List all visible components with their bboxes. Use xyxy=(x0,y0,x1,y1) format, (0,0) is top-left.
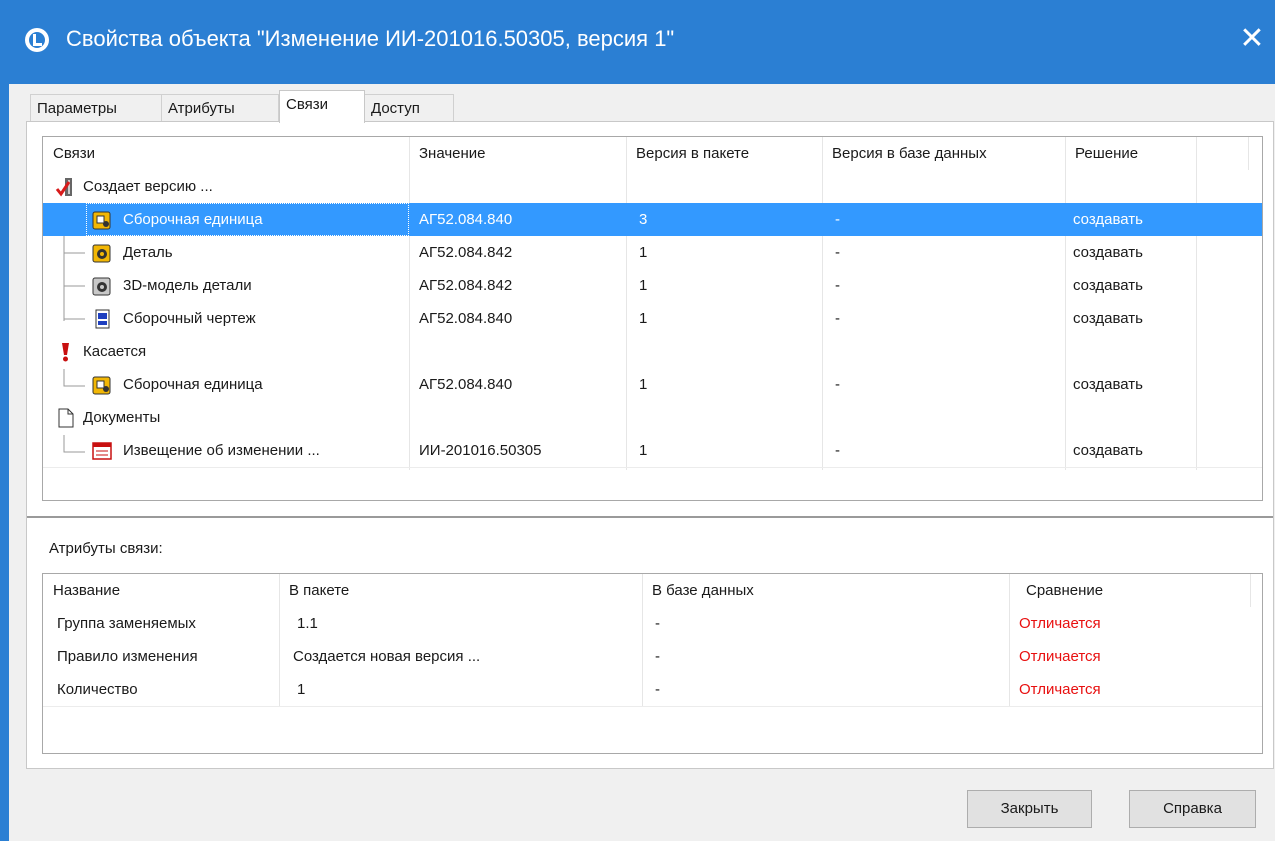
column-header-package-version[interactable]: Версия в пакете xyxy=(636,137,816,170)
tree-item-label: Сборочная единица xyxy=(123,211,263,228)
close-window-button[interactable]: ✕ xyxy=(1237,24,1267,54)
db-version-cell: - xyxy=(835,277,840,294)
decision-cell[interactable]: создавать xyxy=(1073,368,1193,401)
decision-cell[interactable]: создавать xyxy=(1073,269,1193,302)
3d-model-icon xyxy=(92,277,111,296)
package-version-cell: 1 xyxy=(639,277,648,294)
package-version-cell: 1 xyxy=(639,376,648,393)
column-header-decision[interactable]: Решение xyxy=(1075,137,1195,170)
link-attributes-grid[interactable]: Название В пакете В базе данных Сравнени… xyxy=(42,573,1263,754)
attribute-database-cell: - xyxy=(655,681,660,698)
table-row[interactable]: Извещение об изменении ... ИИ-201016.503… xyxy=(43,434,1262,467)
column-divider xyxy=(1250,574,1251,607)
drawing-icon xyxy=(95,309,110,329)
attributes-grid-header: Название В пакете В базе данных Сравнени… xyxy=(43,574,1262,607)
tab-attributes[interactable]: Атрибуты xyxy=(161,94,279,122)
row-divider xyxy=(43,467,1262,468)
help-button[interactable]: Справка xyxy=(1129,790,1256,828)
app-logo-icon xyxy=(25,28,49,52)
decision-cell[interactable]: создавать xyxy=(1073,434,1193,467)
table-row[interactable]: Группа заменяемых 1.1 - Отличается xyxy=(43,607,1262,640)
table-row[interactable]: Количество 1 - Отличается xyxy=(43,673,1262,706)
value-cell: АГ52.084.840 xyxy=(419,376,513,393)
comparison-status-cell: Отличается xyxy=(1019,615,1101,632)
tree-item-label: Сборочная единица xyxy=(123,376,263,393)
db-version-cell: - xyxy=(835,310,840,327)
column-header-name[interactable]: Название xyxy=(53,574,273,607)
attribute-package-cell: Создается новая версия ... xyxy=(293,648,481,665)
attribute-name-cell: Группа заменяемых xyxy=(57,615,196,632)
close-button[interactable]: Закрыть xyxy=(967,790,1092,828)
decision-cell[interactable]: создавать xyxy=(1073,203,1193,236)
tree-item-label: Документы xyxy=(83,409,161,426)
assembly-icon xyxy=(92,211,111,230)
column-header-links[interactable]: Связи xyxy=(53,137,393,170)
comparison-status-cell: Отличается xyxy=(1019,681,1101,698)
links-grid[interactable]: Связи Значение Версия в пакете Версия в … xyxy=(42,136,1263,501)
attribute-database-cell: - xyxy=(655,648,660,665)
comparison-status-cell: Отличается xyxy=(1019,648,1101,665)
decision-cell[interactable]: создавать xyxy=(1073,302,1193,335)
attribute-package-cell: 1.1 xyxy=(297,615,318,632)
package-version-cell: 1 xyxy=(639,244,648,261)
db-version-cell: - xyxy=(835,376,840,393)
window-title: Свойства объекта "Изменение ИИ-201016.50… xyxy=(66,26,675,51)
attribute-database-cell: - xyxy=(655,615,660,632)
tree-item-label: Касается xyxy=(83,343,147,360)
tab-links[interactable]: Связи xyxy=(279,90,365,123)
title-bar: Свойства объекта "Изменение ИИ-201016.50… xyxy=(0,0,1275,84)
tab-parameters[interactable]: Параметры xyxy=(30,94,162,122)
tree-group-row[interactable]: Создает версию ... xyxy=(43,170,1262,203)
links-tab-panel: Связи Значение Версия в пакете Версия в … xyxy=(26,121,1274,769)
package-version-cell: 3 xyxy=(639,211,648,228)
column-header-comparison[interactable]: Сравнение xyxy=(1026,574,1226,607)
value-cell: АГ52.084.840 xyxy=(419,310,513,327)
tree-item-label: Извещение об изменении ... xyxy=(123,442,320,459)
link-attributes-caption: Атрибуты связи: xyxy=(49,540,163,557)
concerns-icon xyxy=(62,343,69,362)
db-version-cell: - xyxy=(835,442,840,459)
package-version-cell: 1 xyxy=(639,442,648,459)
table-row[interactable]: Сборочная единица АГ52.084.840 3 - созда… xyxy=(43,203,1262,236)
db-version-cell: - xyxy=(835,211,840,228)
attribute-name-cell: Количество xyxy=(57,681,138,698)
tree-item-label: 3D-модель детали xyxy=(123,277,252,294)
tree-group-row[interactable]: Касается xyxy=(43,335,1262,368)
change-notice-icon xyxy=(92,442,112,460)
table-row[interactable]: 3D-модель детали АГ52.084.842 1 - создав… xyxy=(43,269,1262,302)
db-version-cell: - xyxy=(835,244,840,261)
table-row[interactable]: Правило изменения Создается новая версия… xyxy=(43,640,1262,673)
row-divider xyxy=(43,706,1262,707)
panel-splitter[interactable] xyxy=(27,516,1273,518)
column-header-db-version[interactable]: Версия в базе данных xyxy=(832,137,1062,170)
tree-item-label: Деталь xyxy=(123,244,173,261)
value-cell: АГ52.084.840 xyxy=(419,211,513,228)
tree-group-row[interactable]: Документы xyxy=(43,401,1262,434)
tab-access[interactable]: Доступ xyxy=(364,94,454,122)
decision-cell[interactable]: создавать xyxy=(1073,236,1193,269)
document-icon xyxy=(58,408,74,428)
attribute-name-cell: Правило изменения xyxy=(57,648,198,665)
table-row[interactable]: Сборочный чертеж АГ52.084.840 1 - создав… xyxy=(43,302,1262,335)
dialog-body: Параметры Атрибуты Связи Доступ Связи Зн… xyxy=(0,84,1275,841)
table-row[interactable]: Сборочная единица АГ52.084.840 1 - созда… xyxy=(43,368,1262,401)
value-cell: ИИ-201016.50305 xyxy=(419,442,542,459)
table-row[interactable]: Деталь АГ52.084.842 1 - создавать xyxy=(43,236,1262,269)
attribute-package-cell: 1 xyxy=(297,681,306,698)
column-header-value[interactable]: Значение xyxy=(419,137,619,170)
assembly-icon xyxy=(92,376,111,395)
tree-item-label: Создает версию ... xyxy=(83,178,213,195)
tree-item-label: Сборочный чертеж xyxy=(123,310,256,327)
value-cell: АГ52.084.842 xyxy=(419,277,513,294)
column-header-in-database[interactable]: В базе данных xyxy=(652,574,952,607)
package-version-cell: 1 xyxy=(639,310,648,327)
links-grid-header: Связи Значение Версия в пакете Версия в … xyxy=(43,137,1262,170)
value-cell: АГ52.084.842 xyxy=(419,244,513,261)
part-icon xyxy=(92,244,111,263)
column-divider xyxy=(1248,137,1249,170)
create-version-icon xyxy=(55,178,72,197)
column-header-in-package[interactable]: В пакете xyxy=(289,574,589,607)
